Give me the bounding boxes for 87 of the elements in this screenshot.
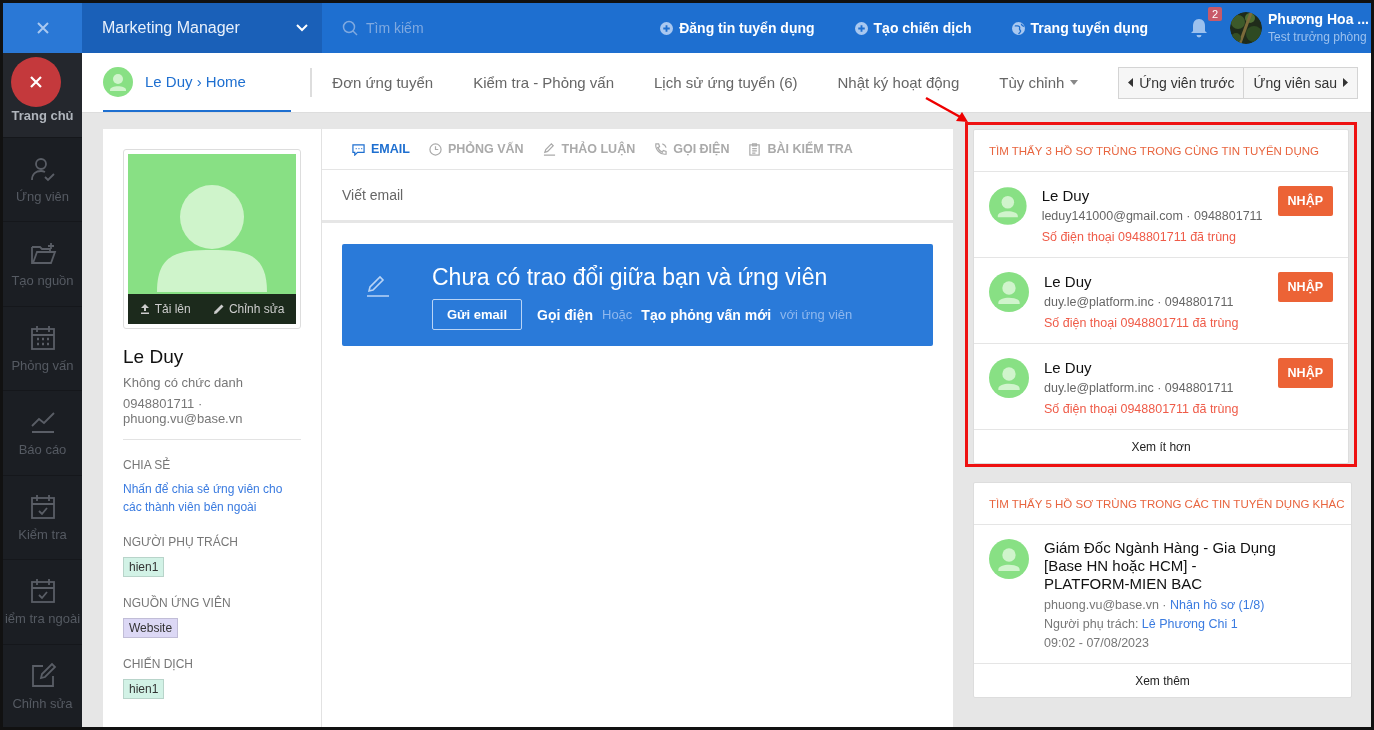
- section-heading: CHIA SẺ: [123, 458, 172, 472]
- job-owner: Người phụ trách: Lê Phương Chi 1: [1044, 617, 1239, 631]
- candidate-contact: 0948801711 · phuong.vu@base.vn: [123, 396, 244, 426]
- user-name: Phương Hoa ...: [1268, 10, 1369, 28]
- check-icon: [28, 492, 57, 521]
- globe-icon: [1011, 21, 1025, 35]
- tab[interactable]: Kiểm tra - Phỏng vấn: [473, 53, 615, 112]
- duplicate-warning: Số điện thoại 0948801711 đã trùng: [1041, 230, 1237, 244]
- calendar-icon: [28, 323, 57, 352]
- suffix-text: với ứng viên: [780, 307, 853, 322]
- empty-message: Chưa có trao đổi giữa bạn và ứng viên: [432, 264, 829, 291]
- pencil-icon: [213, 304, 224, 314]
- send-email-button[interactable]: Gửi email: [432, 299, 522, 330]
- top-action-link[interactable]: Tạo chiến dịch: [854, 20, 972, 36]
- avatar-icon: [989, 272, 1029, 312]
- chevron-down-icon: [296, 24, 308, 32]
- or-text: Hoặc: [602, 307, 633, 322]
- section-heading: NGUỒN ỨNG VIÊN: [123, 596, 232, 610]
- search-icon: [342, 20, 358, 36]
- call-link[interactable]: Gọi điện: [537, 306, 593, 323]
- photo-action-button[interactable]: Chỉnh sửa: [213, 302, 285, 316]
- activity-tab[interactable]: EMAIL: [352, 142, 410, 156]
- clipboard-icon: [748, 142, 762, 156]
- avatar-icon: [989, 539, 1029, 579]
- duplicate-contact: duy.le@platform.inc · 0948801711: [1044, 295, 1235, 309]
- panel-title: TÌM THẤY 5 HỒ SƠ TRÙNG TRONG CÁC TIN TUYỂN DỤNG KHÁC: [974, 483, 1351, 525]
- duplicate-warning: Số điện thoại 0948801711 đã trùng: [1044, 402, 1240, 416]
- caret-left-icon: [1128, 78, 1134, 87]
- breadcrumb-tab[interactable]: Le Duy › Home: [103, 53, 292, 112]
- avatar-icon: [989, 186, 1027, 226]
- tab[interactable]: Lịch sử ứng tuyển (6): [654, 53, 798, 112]
- clock-icon: [428, 142, 442, 156]
- candidate-nav-button[interactable]: Ứng viên trước: [1118, 66, 1245, 99]
- close-icon: [35, 21, 50, 35]
- show-more-link[interactable]: Xem thêm: [974, 664, 1351, 697]
- import-button[interactable]: NHẬP: [1277, 358, 1333, 388]
- show-less-link[interactable]: Xem ít hơn: [974, 430, 1348, 463]
- upload-icon: [139, 304, 150, 314]
- tab[interactable]: Tùy chỉnh: [999, 53, 1079, 112]
- caret-right-icon: [1343, 78, 1348, 87]
- tag: hien1: [123, 557, 165, 577]
- compose-email-field[interactable]: Viết email: [322, 170, 953, 220]
- tag: hien1: [123, 679, 165, 699]
- duplicate-name: Le Duy: [1044, 273, 1093, 290]
- avatar-icon: [103, 66, 133, 97]
- tag: Website: [123, 618, 179, 638]
- photo-action-button[interactable]: Tải lên: [139, 302, 191, 316]
- duplicate-contact: leduy141000@gmail.com · 0948801711: [1041, 209, 1263, 223]
- job-meta: phuong.vu@base.vn · Nhận hồ sơ (1/8): [1044, 598, 1266, 612]
- plus-circle-icon: [854, 21, 868, 35]
- plus-circle-icon: [660, 21, 674, 35]
- import-button[interactable]: NHẬP: [1277, 186, 1333, 216]
- duplicate-warning: Số điện thoại 0948801711 đã trùng: [1044, 316, 1240, 330]
- panel-title: TÌM THẤY 3 HỒ SƠ TRÙNG TRONG CÙNG TIN TUYỂN DỤNG: [974, 130, 1348, 172]
- avatar-icon: [989, 358, 1029, 398]
- user-role: Test trưởng phòng: [1268, 29, 1368, 46]
- candidate-nav-button[interactable]: Ứng viên sau: [1244, 66, 1358, 99]
- top-action-link[interactable]: Trang tuyển dụng: [1011, 20, 1148, 36]
- duplicate-name: Le Duy: [1044, 359, 1093, 376]
- search-field[interactable]: Tìm kiếm: [364, 19, 568, 37]
- duplicate-name: Le Duy: [1041, 187, 1091, 204]
- import-button[interactable]: NHẬP: [1277, 272, 1333, 302]
- top-action-link[interactable]: Đăng tin tuyển dụng: [660, 20, 815, 36]
- workspace-selector[interactable]: Marketing Manager: [82, 3, 322, 53]
- job-time: 09:02 - 07/08/2023: [1044, 636, 1150, 650]
- job-title: Giám Đốc Ngành Hàng - Gia Dụng [Base HN hoặc HCM] - PLATFORM-MIEN BAC: [1044, 539, 1277, 593]
- candidate-title: Không có chức danh: [123, 375, 244, 390]
- tab[interactable]: Nhật ký hoạt động: [837, 53, 960, 112]
- duplicate-contact: duy.le@platform.inc · 0948801711: [1044, 381, 1235, 395]
- user-menu[interactable]: Phương Hoa ... Test trưởng phòng: [1230, 10, 1371, 46]
- pencil-icon: [542, 142, 556, 156]
- caret-icon: [1070, 80, 1079, 85]
- bell-icon: [1190, 18, 1208, 38]
- share-link[interactable]: Nhấn để chia sẻ ứng viên cho các thành viên bên ngoài: [123, 480, 301, 516]
- new-interview-link[interactable]: Tạo phỏng vấn mới: [641, 306, 772, 323]
- pencil-icon: [366, 274, 390, 298]
- notification-badge: 2: [1207, 7, 1222, 21]
- phone-icon: [654, 142, 668, 156]
- close-icon: [29, 75, 43, 89]
- section-heading: NGƯỜI PHỤ TRÁCH: [123, 535, 239, 549]
- candidate-name: Le Duy: [123, 346, 185, 368]
- owner-link[interactable]: Lê Phương Chi 1: [1141, 617, 1238, 631]
- check-icon: [28, 577, 57, 606]
- job-status-link[interactable]: Nhận hồ sơ (1/8): [1169, 598, 1265, 612]
- tab[interactable]: Đơn ứng tuyển: [332, 53, 434, 112]
- section-heading: CHIẾN DỊCH: [123, 657, 194, 671]
- chat-icon: [352, 142, 365, 156]
